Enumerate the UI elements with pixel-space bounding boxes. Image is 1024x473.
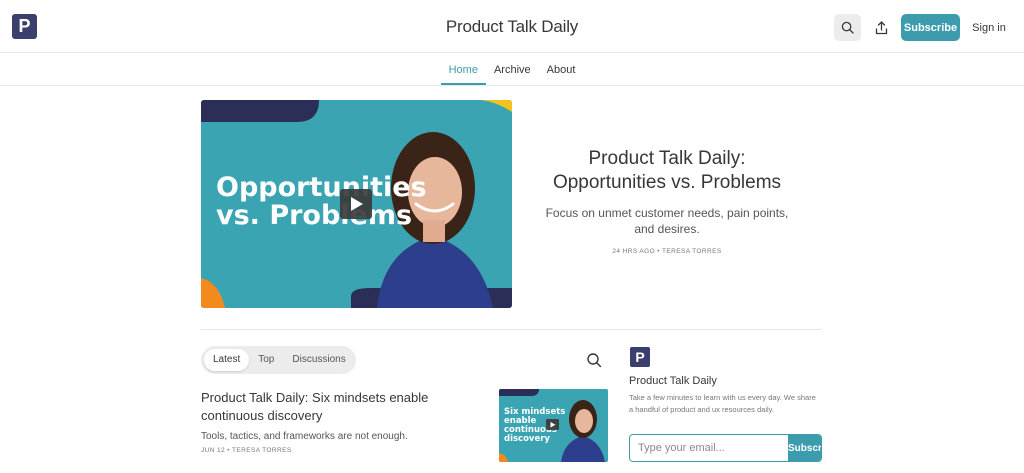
post-subtitle: Tools, tactics, and frameworks are not e…	[201, 431, 408, 442]
sidebar-title: Product Talk Daily	[629, 375, 717, 387]
hero-image-text-line1: Opportunities	[216, 172, 427, 203]
hero-text: Product Talk Daily: Opportunities vs. Pr…	[536, 147, 798, 255]
sidebar-description: Take a few minutes to learn with us ever…	[629, 393, 816, 414]
post-item[interactable]: Product Talk Daily: Six mindsets enable …	[201, 389, 491, 454]
email-subscribe-form: Subscribe	[629, 434, 822, 462]
nav-about[interactable]: About	[539, 53, 584, 85]
subscribe-button[interactable]: Subscribe	[901, 14, 960, 41]
hero-artwork: Opportunities vs. Problems	[201, 100, 512, 308]
post-thumbnail-artwork: Six mindsets enable continuous discovery	[499, 389, 608, 462]
section-divider	[201, 329, 822, 330]
post-title[interactable]: Product Talk Daily: Six mindsets enable …	[201, 389, 491, 425]
feed-search-icon	[587, 353, 602, 368]
nav-archive[interactable]: Archive	[486, 53, 539, 85]
hero-meta: 24 HRS AGO • TERESA TORRES	[612, 248, 722, 255]
play-icon[interactable]	[340, 189, 372, 219]
hero-video-thumbnail[interactable]: Opportunities vs. Problems	[201, 100, 512, 308]
post-thumbnail[interactable]: Six mindsets enable continuous discovery	[499, 389, 608, 462]
post-thumb-text-line4: discovery	[504, 434, 550, 444]
search-icon	[841, 21, 854, 34]
sign-in-link[interactable]: Sign in	[970, 22, 1008, 34]
hero-subtitle: Focus on unmet customer needs, pain poin…	[545, 206, 789, 236]
share-icon	[875, 20, 888, 34]
tab-discussions[interactable]: Discussions	[283, 349, 354, 371]
nav-home[interactable]: Home	[440, 53, 487, 85]
top-bar: P Product Talk Daily Subscribe Sign in	[0, 0, 1024, 53]
post-meta: JUN 12 • TERESA TORRES	[201, 447, 292, 454]
main-nav: Home Archive About	[0, 53, 1024, 86]
feed-tabs: Latest Top Discussions	[201, 346, 356, 374]
feed-search-button[interactable]	[586, 352, 602, 368]
tab-top[interactable]: Top	[249, 349, 283, 371]
search-button[interactable]	[834, 14, 861, 41]
email-field[interactable]	[630, 435, 788, 461]
tab-latest[interactable]: Latest	[204, 349, 250, 371]
share-button[interactable]	[868, 14, 895, 41]
play-icon[interactable]	[546, 419, 559, 430]
sidebar-subscribe-button[interactable]: Subscribe	[788, 435, 821, 461]
sidebar-logo[interactable]: P	[630, 347, 650, 367]
hero-title[interactable]: Product Talk Daily: Opportunities vs. Pr…	[536, 147, 798, 195]
hero-image-text-line2: vs. Problems	[216, 200, 412, 231]
